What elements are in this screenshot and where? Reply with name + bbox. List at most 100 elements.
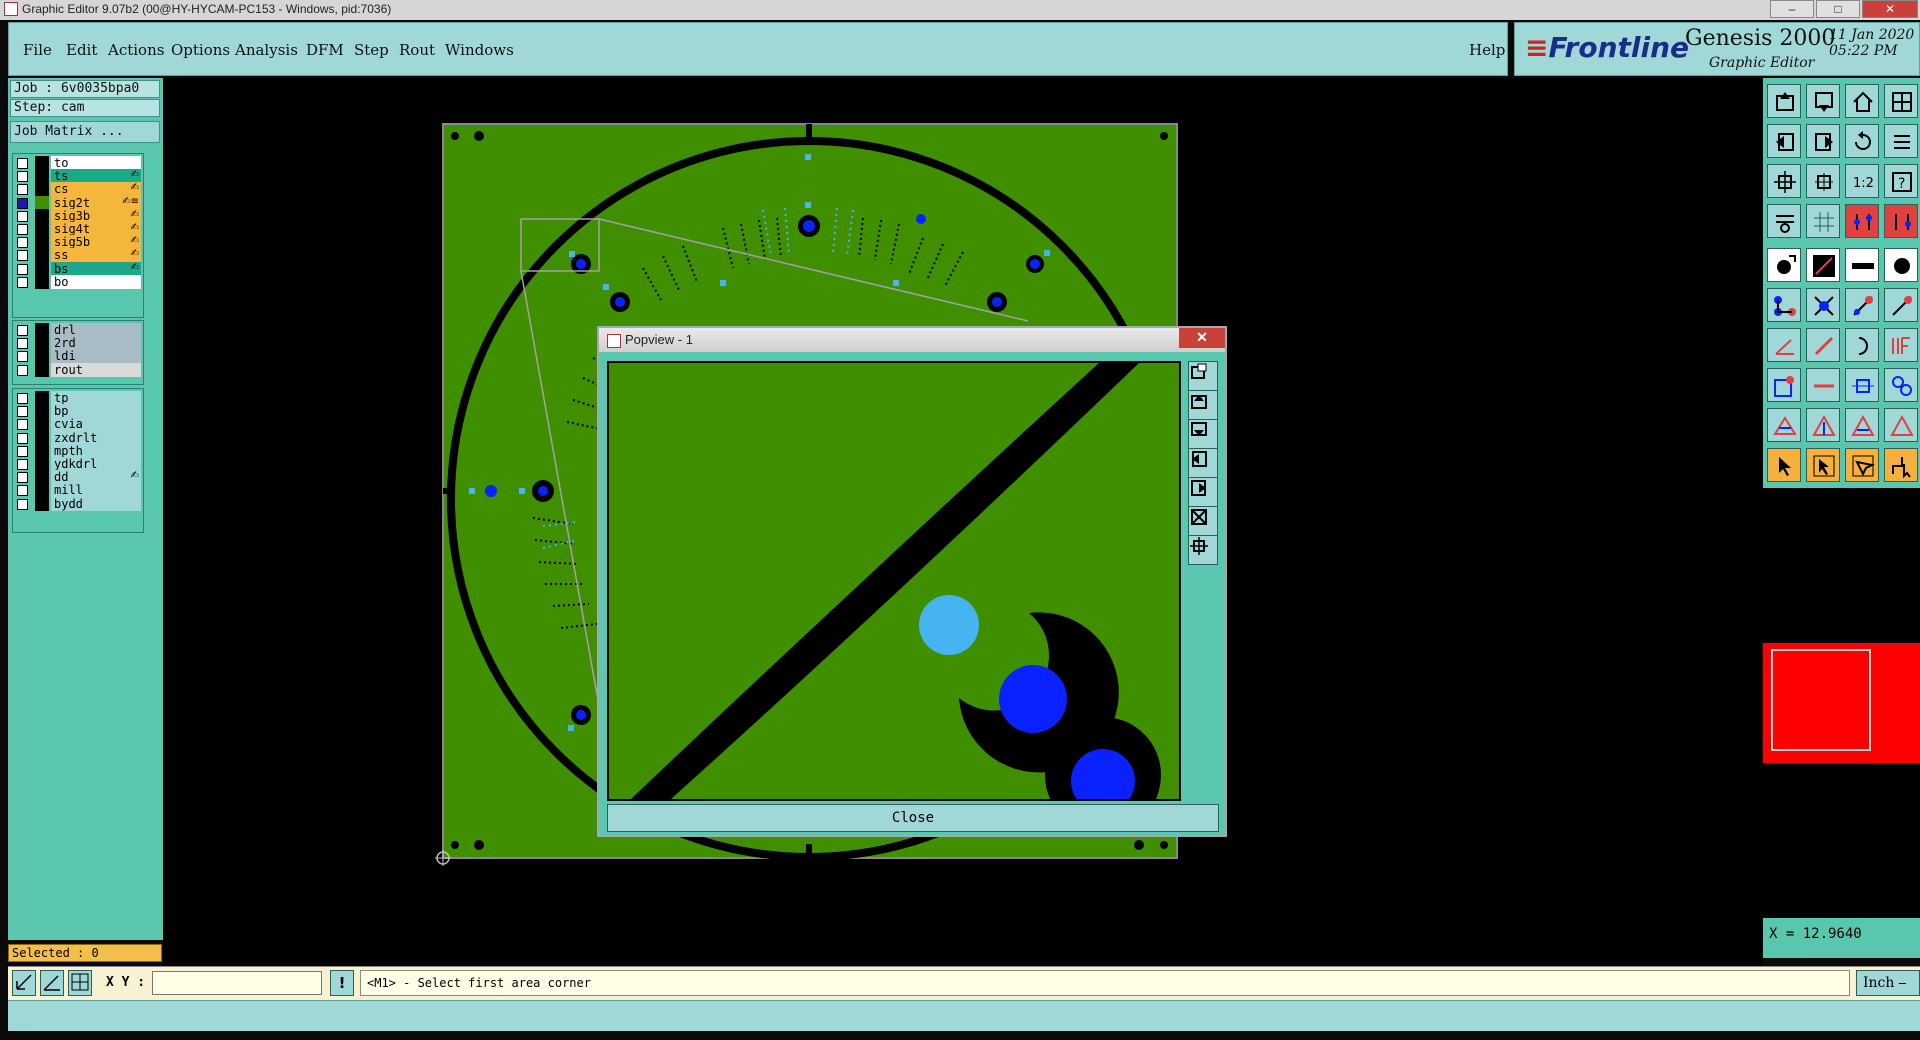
layer-name[interactable]: bp	[51, 404, 141, 419]
layer-checkbox[interactable]	[17, 325, 28, 336]
snap-point-icon[interactable]	[1845, 368, 1879, 402]
delete-node-icon[interactable]	[1806, 288, 1840, 322]
layer-checkbox[interactable]	[17, 393, 28, 404]
popview-pan-left-icon[interactable]	[1188, 448, 1218, 478]
cutout-icon[interactable]	[1845, 408, 1879, 442]
layer-name[interactable]: sig5b	[51, 235, 141, 250]
net-list-icon[interactable]	[1884, 204, 1918, 238]
stretch-node-icon[interactable]	[1884, 288, 1918, 322]
layer-checkbox[interactable]	[17, 184, 28, 196]
angle-snap-icon[interactable]	[40, 970, 64, 996]
layer-name[interactable]: ydkdrl	[51, 457, 141, 471]
layer-checkbox[interactable]	[17, 197, 28, 209]
layer-color-swatch[interactable]	[35, 222, 49, 236]
connect-nodes-icon[interactable]	[1767, 288, 1801, 322]
layer-checkbox[interactable]	[17, 351, 28, 363]
layer-color-swatch[interactable]	[35, 349, 49, 364]
menu-windows[interactable]: Windows	[445, 41, 514, 59]
layer-name[interactable]: cs	[51, 182, 141, 197]
layer-name[interactable]: bo	[51, 274, 141, 289]
layer-name[interactable]: to	[51, 156, 141, 170]
popview-pan-down-icon[interactable]	[1188, 419, 1218, 449]
text-feature-icon[interactable]	[1884, 328, 1918, 362]
layer-name[interactable]: 2rd	[51, 336, 141, 351]
layer-color-swatch[interactable]	[35, 496, 49, 511]
layer-checkbox[interactable]	[17, 158, 28, 169]
layer-color-swatch[interactable]	[35, 470, 49, 485]
layer-checkbox[interactable]	[17, 171, 28, 183]
layer-checkbox[interactable]	[17, 263, 28, 275]
layer-color-swatch[interactable]	[35, 274, 49, 289]
pad-group-icon[interactable]	[1884, 368, 1918, 402]
layer-checkbox[interactable]	[17, 432, 28, 444]
layer-name[interactable]: ldi	[51, 349, 141, 364]
overview-viewport[interactable]	[1771, 649, 1871, 751]
popview-zoom-fit-icon[interactable]	[1188, 535, 1218, 565]
popview-close-icon[interactable]: ✕	[1179, 328, 1225, 348]
layer-name[interactable]: rout	[51, 362, 141, 377]
layer-checkbox[interactable]	[17, 210, 28, 222]
layer-checkbox[interactable]	[17, 364, 28, 376]
layer-color-swatch[interactable]	[35, 195, 49, 210]
layer-checkbox[interactable]	[17, 406, 28, 418]
select-net-icon[interactable]	[1845, 448, 1879, 482]
triangle-icon[interactable]	[1767, 408, 1801, 442]
layer-checkbox[interactable]	[17, 485, 28, 497]
add-surface-icon[interactable]	[1767, 368, 1801, 402]
layer-color-swatch[interactable]	[35, 156, 49, 170]
layer-row-bo[interactable]: bo	[13, 274, 143, 290]
layer-name[interactable]: tp	[51, 391, 141, 405]
layer-color-swatch[interactable]	[35, 182, 49, 197]
layer-checkbox[interactable]	[17, 276, 28, 288]
menu-options[interactable]: Options	[171, 41, 230, 59]
units-select[interactable]: Inch ⎯	[1856, 970, 1920, 996]
menu-help[interactable]: Help	[1469, 41, 1505, 59]
popview-close-button[interactable]: Close	[607, 804, 1219, 832]
layer-name[interactable]: cvia	[51, 417, 141, 432]
layer-name[interactable]: sig3b	[51, 208, 141, 223]
overview-map[interactable]	[1763, 643, 1920, 763]
layer-name[interactable]: ss	[51, 248, 141, 263]
polygon-icon[interactable]	[1806, 408, 1840, 442]
pan-right-icon[interactable]	[1806, 124, 1840, 158]
layer-color-swatch[interactable]	[35, 417, 49, 432]
menu-step[interactable]: Step	[354, 41, 389, 59]
layer-row-bydd[interactable]: bydd	[13, 496, 143, 512]
layer-color-swatch[interactable]	[35, 404, 49, 419]
layer-up-icon[interactable]	[1767, 84, 1801, 118]
pan-left-icon[interactable]	[1767, 124, 1801, 158]
add-circle-icon[interactable]	[1884, 248, 1918, 282]
add-line-icon[interactable]	[1806, 248, 1840, 282]
job-matrix-button[interactable]: Job Matrix ...	[10, 121, 160, 143]
layer-color-swatch[interactable]	[35, 391, 49, 405]
menu-rout[interactable]: Rout	[399, 41, 435, 59]
angle-icon[interactable]	[1767, 328, 1801, 362]
layer-name[interactable]: dd	[51, 470, 141, 485]
layer-name[interactable]: zxdrlt	[51, 430, 141, 445]
zoom-fit-icon[interactable]	[1806, 164, 1840, 198]
diagonal-line-icon[interactable]	[1806, 328, 1840, 362]
xy-input[interactable]	[152, 971, 322, 995]
split-view-icon[interactable]	[1884, 84, 1918, 118]
select-path-icon[interactable]	[1884, 448, 1918, 482]
menu-edit[interactable]: Edit	[66, 41, 97, 59]
layer-checkbox[interactable]	[17, 224, 28, 235]
mirror-icon[interactable]	[1884, 124, 1918, 158]
window-close-button[interactable]: ✕	[1862, 0, 1918, 18]
layer-checkbox[interactable]	[17, 338, 28, 350]
outline-icon[interactable]	[1884, 408, 1918, 442]
snap-mode-icon[interactable]	[12, 970, 36, 996]
layer-color-swatch[interactable]	[35, 208, 49, 223]
layer-checkbox[interactable]	[17, 237, 28, 249]
layer-checkbox[interactable]	[17, 445, 28, 457]
rotate-icon[interactable]	[1845, 124, 1879, 158]
layer-down-icon[interactable]	[1806, 84, 1840, 118]
layer-color-swatch[interactable]	[35, 248, 49, 263]
ruler-icon[interactable]	[1845, 248, 1879, 282]
layer-color-swatch[interactable]	[35, 457, 49, 471]
horizontal-line-icon[interactable]	[1806, 368, 1840, 402]
layer-color-swatch[interactable]	[35, 430, 49, 445]
menu-actions[interactable]: Actions	[108, 41, 164, 59]
popview-zoom-out-icon[interactable]	[1188, 506, 1218, 536]
help-icon[interactable]: ?	[1884, 164, 1918, 198]
